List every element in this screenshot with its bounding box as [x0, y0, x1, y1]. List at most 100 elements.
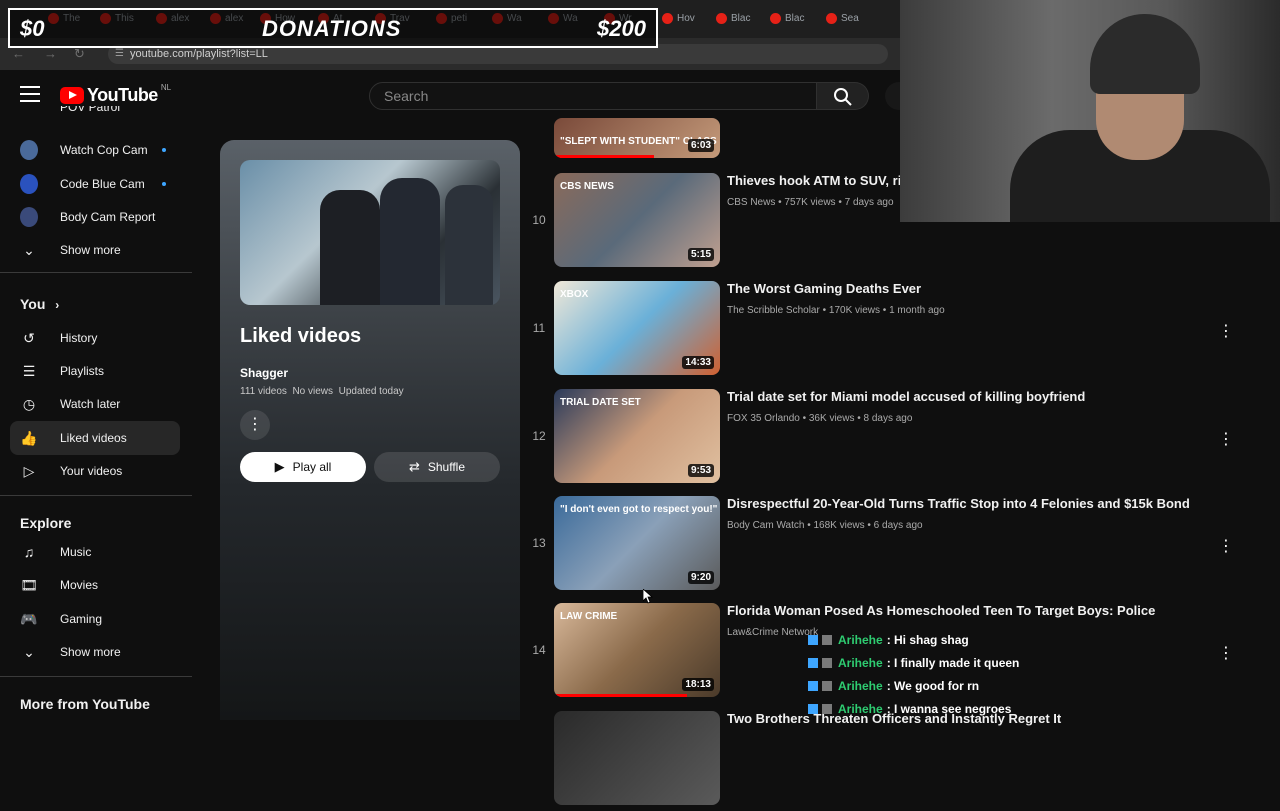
- video-thumbnail[interactable]: XBOX 14:33: [554, 281, 720, 375]
- video-thumbnail[interactable]: [554, 711, 720, 805]
- playlist-header-panel: Liked videos Shagger 111 videos No views…: [220, 140, 520, 720]
- chat-message: Arihehe: I wanna see negroes: [808, 697, 1248, 720]
- url-text: youtube.com/playlist?list=LL: [130, 48, 268, 60]
- tab-favicon-icon: [716, 12, 727, 24]
- play-all-button[interactable]: ▶ Play all: [240, 452, 366, 482]
- user-badge-icon: [822, 680, 832, 691]
- channel-avatar: [20, 207, 38, 227]
- chat-username: Arihehe: [838, 701, 883, 716]
- watch-progress-bar: [554, 155, 654, 158]
- shuffle-label: Shuffle: [427, 460, 466, 474]
- sidebar-item-label: Music: [60, 545, 92, 559]
- video-menu-icon[interactable]: ⋮: [1218, 429, 1234, 449]
- sidebar-item-movies[interactable]: 🎞 Movies: [10, 568, 180, 602]
- video-menu-icon[interactable]: ⋮: [1218, 536, 1234, 556]
- sidebar-item-playlists[interactable]: ☰ Playlists: [10, 354, 180, 388]
- tab-label: Blac: [731, 12, 751, 24]
- thumbnail-caption: "I don't even got to respect you!": [560, 504, 718, 515]
- search-input[interactable]: Search: [369, 82, 817, 110]
- sidebar-sub-watch-cop-cam[interactable]: Watch Cop Cam: [10, 133, 180, 167]
- sidebar-show-more-subscriptions[interactable]: ⌄ Show more: [10, 233, 180, 267]
- tab-label: Sea: [841, 12, 859, 24]
- sidebar-item-partial[interactable]: POV Patrol: [10, 106, 180, 120]
- sidebar-item-label: Your videos: [60, 464, 123, 478]
- sidebar-sub-code-blue-cam[interactable]: Code Blue Cam: [10, 167, 180, 201]
- playlist-video-row[interactable]: 13 "I don't even got to respect you!" 9:20…: [526, 496, 1248, 596]
- playlist-video-row[interactable]: Two Brothers Threaten Officers and Insta…: [526, 711, 1248, 811]
- sidebar-item-label: Playlists: [60, 364, 105, 378]
- video-title[interactable]: Thieves hook ATM to SUV, rip: [727, 173, 909, 188]
- playlist-thumbnail[interactable]: [240, 160, 500, 305]
- history-icon: ↺: [23, 329, 35, 346]
- thumbnail-figure: [380, 178, 440, 305]
- sidebar-you-heading[interactable]: You ›: [20, 296, 59, 312]
- browser-tab[interactable]: Blac: [770, 10, 804, 26]
- video-title[interactable]: Florida Woman Posed As Homeschooled Teen…: [727, 603, 1155, 618]
- video-title[interactable]: Trial date set for Miami model accused o…: [727, 389, 1085, 404]
- forward-icon[interactable]: →: [44, 46, 57, 61]
- sidebar-item-your-videos[interactable]: ▷ Your videos: [10, 454, 180, 488]
- chat-message: Arihehe: We good for rn: [808, 674, 1248, 697]
- tab-favicon-icon: [770, 12, 781, 24]
- sidebar-item-label: Show more: [60, 645, 121, 659]
- video-thumbnail[interactable]: TRIAL DATE SET 9:53: [554, 389, 720, 483]
- video-title[interactable]: The Worst Gaming Deaths Ever: [727, 281, 921, 296]
- thumbnail-caption: TRIAL DATE SET: [560, 397, 641, 408]
- donation-low: $0: [20, 16, 45, 41]
- chevron-right-icon: ›: [55, 298, 60, 312]
- playlist-video-row[interactable]: 12 TRIAL DATE SET 9:53 Trial date set for M…: [526, 389, 1248, 489]
- back-icon[interactable]: ←: [12, 46, 25, 61]
- gaming-icon: 🎮: [20, 610, 38, 627]
- video-menu-icon[interactable]: ⋮: [1218, 321, 1234, 341]
- video-index: 10: [532, 213, 546, 227]
- sidebar-item-history[interactable]: ↺ History: [10, 321, 180, 355]
- sidebar-sub-body-cam-report[interactable]: Body Cam Report: [10, 200, 180, 234]
- sidebar-item-label: History: [60, 331, 98, 345]
- youtube-play-icon: [60, 86, 84, 104]
- sidebar-item-liked-videos[interactable]: 👍 Liked videos: [10, 421, 180, 455]
- browser-tab[interactable]: Sea: [826, 10, 859, 26]
- sidebar-item-gaming[interactable]: 🎮 Gaming: [10, 602, 180, 636]
- more-options-icon[interactable]: ⋮: [240, 410, 270, 440]
- search-button[interactable]: [817, 82, 869, 110]
- thumbnail-figure: [445, 185, 493, 305]
- hamburger-menu-icon[interactable]: [20, 86, 40, 102]
- video-duration: 6:03: [687, 139, 714, 152]
- tab-favicon-icon: [826, 12, 837, 24]
- mouse-cursor-icon: [643, 589, 654, 604]
- sidebar-item-label: Body Cam Report: [60, 210, 156, 224]
- thumbnail-caption: LAW CRIME: [560, 611, 618, 622]
- tab-label: Hov: [677, 12, 695, 24]
- video-duration: 9:53: [687, 464, 714, 477]
- video-thumbnail[interactable]: "I don't even got to respect you!" 9:20: [554, 496, 720, 590]
- video-title[interactable]: Disrespectful 20-Year-Old Turns Traffic …: [727, 496, 1190, 511]
- shuffle-button[interactable]: ⇄ Shuffle: [374, 452, 500, 482]
- tab-label: Blac: [785, 12, 805, 24]
- video-thumbnail[interactable]: CBS NEWS 5:15: [554, 173, 720, 267]
- you-heading-label: You: [20, 296, 46, 312]
- sidebar-item-music[interactable]: ♫ Music: [10, 535, 180, 569]
- playlist-video-row[interactable]: 11 XBOX 14:33 The Worst Gaming Deaths Ever T…: [526, 281, 1248, 381]
- video-thumbnail[interactable]: "SLEPT WITH STUDENT" CLASS 6:03: [554, 118, 720, 158]
- sidebar-show-more-explore[interactable]: ⌄ Show more: [10, 635, 180, 669]
- playlist-views: No views: [292, 386, 334, 397]
- new-content-dot: [162, 148, 166, 152]
- sidebar-item-label: Movies: [60, 578, 99, 592]
- sidebar-item-watch-later[interactable]: ◷ Watch later: [10, 387, 180, 421]
- new-content-dot: [162, 182, 166, 186]
- video-meta: The Scribble Scholar • 170K views • 1 mo…: [727, 305, 945, 316]
- sidebar-more-from-youtube-heading: More from YouTube: [20, 696, 150, 712]
- sidebar: POV Patrol Watch Cop Cam Code Blue Cam B…: [0, 106, 192, 720]
- playlist-owner[interactable]: Shagger: [240, 366, 288, 380]
- video-thumbnail[interactable]: LAW CRIME 18:13: [554, 603, 720, 697]
- youtube-logo[interactable]: YouTube NL: [60, 83, 171, 106]
- reload-icon[interactable]: ↻: [74, 46, 85, 62]
- sidebar-item-label: POV Patrol: [60, 106, 121, 114]
- watch-progress-bar: [554, 694, 687, 697]
- browser-tab[interactable]: Blac: [716, 10, 750, 26]
- channel-avatar: [20, 174, 38, 194]
- browser-tab[interactable]: Hov: [662, 10, 695, 26]
- playlist-meta: 111 videos No views Updated today: [240, 386, 404, 397]
- shuffle-icon: ⇄: [408, 459, 420, 474]
- platform-badge-icon: [808, 634, 818, 645]
